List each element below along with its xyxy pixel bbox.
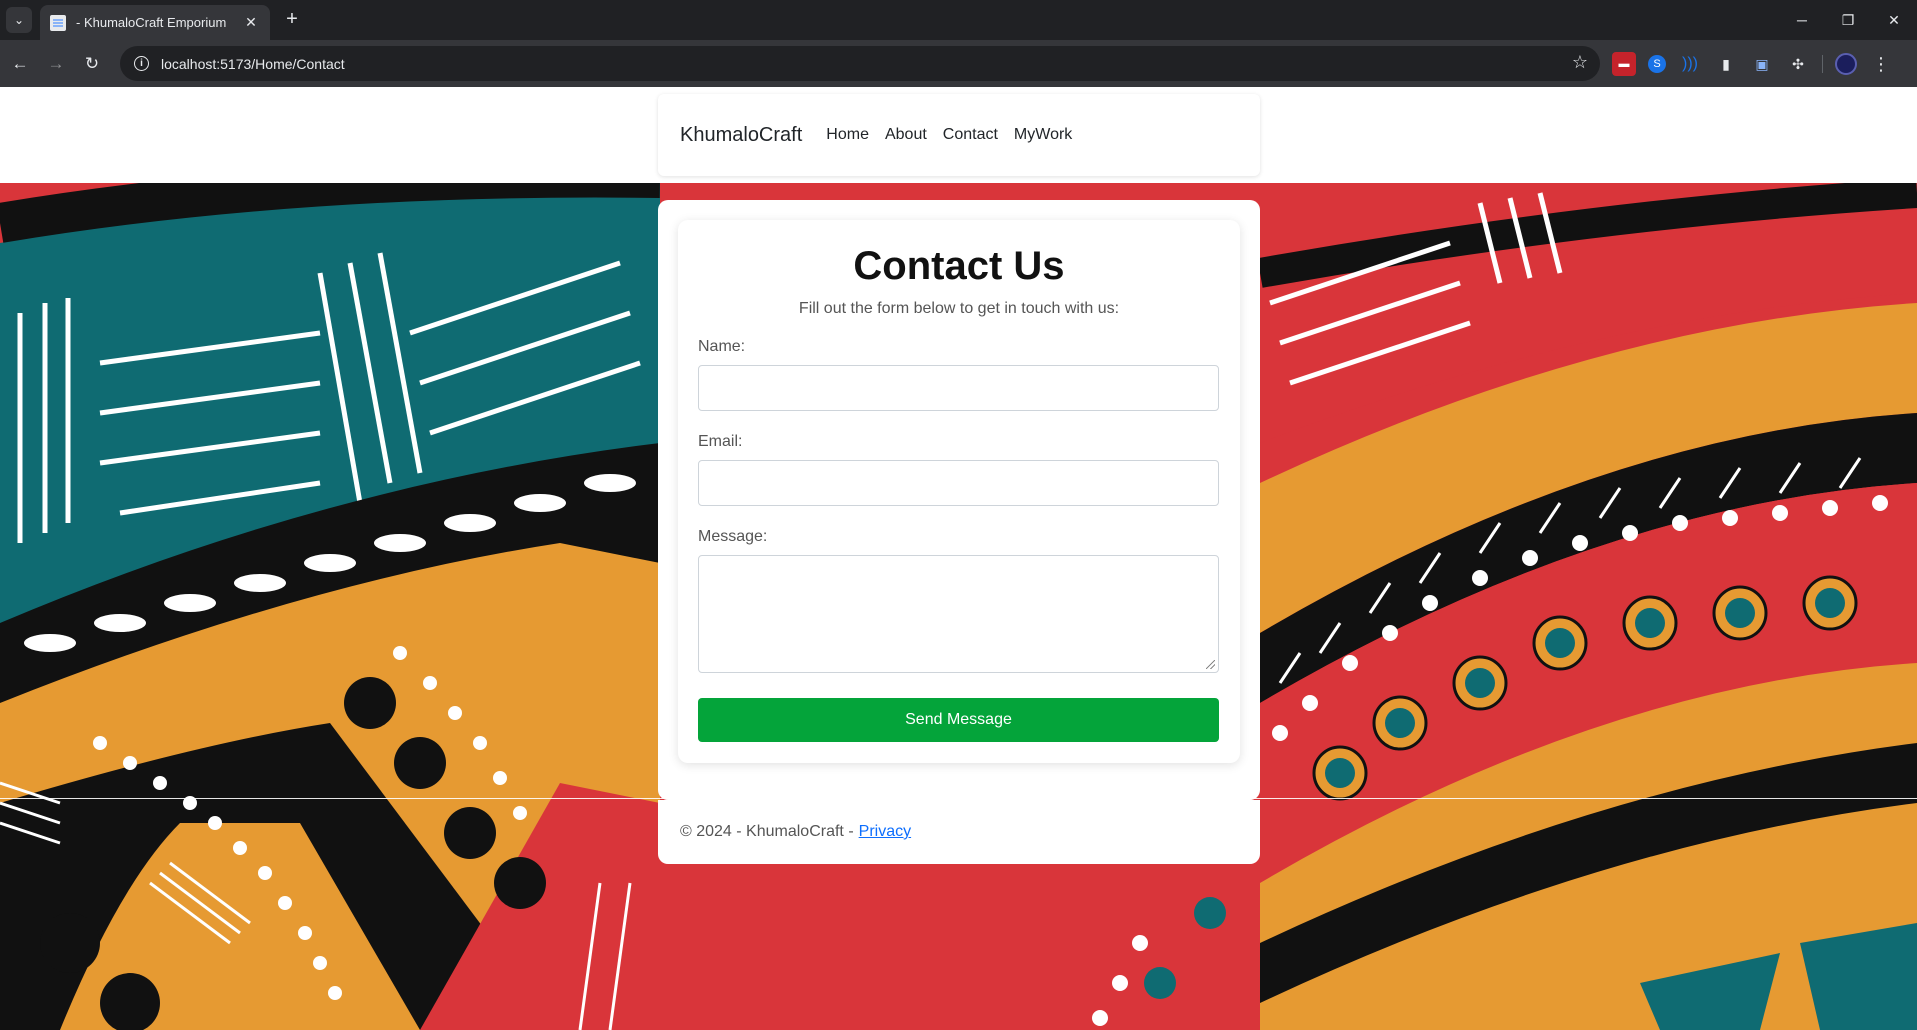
chevron-down-icon[interactable]: ⌄ (6, 7, 32, 33)
url-text[interactable]: localhost:5173/Home/Contact (161, 56, 345, 72)
privacy-link[interactable]: Privacy (859, 823, 911, 841)
page-title: Contact Us (853, 244, 1065, 288)
browser-toolbar: ← → ↻ i localhost:5173/Home/Contact ☆ ▬ … (0, 40, 1917, 87)
window-controls: ─ ❐ ✕ (1779, 0, 1917, 40)
new-tab-icon[interactable]: + (280, 8, 304, 32)
forward-arrow-icon[interactable]: → (42, 50, 70, 78)
nav-link-contact[interactable]: Contact (943, 126, 998, 144)
page-subtitle: Fill out the form below to get in touch … (798, 300, 1120, 317)
profile-avatar-icon[interactable] (1835, 53, 1857, 75)
copyright-text: © 2024 - KhumaloCraft - (680, 823, 854, 840)
address-bar[interactable]: i localhost:5173/Home/Contact ☆ (120, 46, 1600, 81)
name-label: Name: (698, 338, 746, 355)
name-input[interactable] (698, 365, 1219, 411)
message-label: Message: (698, 528, 768, 545)
nav-link-mywork[interactable]: MyWork (1014, 126, 1072, 144)
brand-link[interactable]: KhumaloCraft (680, 124, 802, 147)
contact-form-panel: Contact Us Fill out the form below to ge… (678, 220, 1240, 763)
browser-tab[interactable]: - KhumaloCraft Emporium ✕ (40, 5, 270, 40)
restore-icon[interactable]: ❐ (1825, 0, 1871, 40)
message-textarea[interactable] (698, 555, 1219, 673)
tab-title: - KhumaloCraft Emporium (76, 15, 227, 30)
extension-book-icon[interactable]: ▣ (1750, 52, 1774, 76)
site-info-icon[interactable]: i (134, 56, 149, 71)
extension-signal-icon[interactable]: ))) (1678, 52, 1702, 76)
extensions-row: ▬ S ))) ▮ ▣ ✣ ⋮ (1612, 50, 1893, 78)
page-favicon-icon (50, 14, 66, 31)
more-menu-icon[interactable]: ⋮ (1869, 52, 1893, 76)
bookmark-star-icon[interactable]: ☆ (1572, 52, 1588, 73)
browser-tab-bar: ⌄ - KhumaloCraft Emporium ✕ + ─ ❐ ✕ (0, 0, 1917, 40)
close-window-icon[interactable]: ✕ (1871, 0, 1917, 40)
nav-link-home[interactable]: Home (826, 126, 869, 144)
extension-red-icon[interactable]: ▬ (1612, 52, 1636, 76)
site-navbar: KhumaloCraft Home About Contact MyWork (658, 94, 1260, 176)
send-message-button[interactable]: Send Message (698, 698, 1219, 742)
email-label: Email: (698, 433, 743, 450)
toolbar-divider (1822, 55, 1823, 73)
extension-shield-icon[interactable]: ▮ (1714, 52, 1738, 76)
minimize-icon[interactable]: ─ (1779, 0, 1825, 40)
reload-icon[interactable]: ↻ (78, 50, 106, 78)
extension-blue-circle-icon[interactable]: S (1648, 55, 1666, 73)
back-arrow-icon[interactable]: ← (6, 50, 34, 78)
extensions-icon[interactable]: ✣ (1786, 52, 1810, 76)
page-viewport: KhumaloCraft Home About Contact MyWork C… (0, 87, 1917, 1030)
nav-link-about[interactable]: About (885, 126, 927, 144)
resize-grip-icon[interactable] (1206, 660, 1215, 669)
contact-card: Contact Us Fill out the form below to ge… (658, 200, 1260, 800)
email-input[interactable] (698, 460, 1219, 506)
site-footer: © 2024 - KhumaloCraft - Privacy (658, 800, 1260, 864)
close-tab-icon[interactable]: ✕ (242, 14, 260, 31)
